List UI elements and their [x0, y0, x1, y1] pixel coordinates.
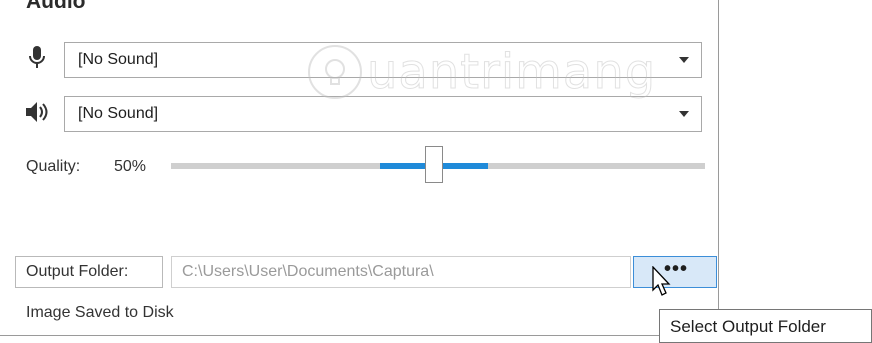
section-title-audio: Audio [26, 0, 86, 13]
chevron-down-icon [679, 57, 689, 63]
output-folder-label-box: Output Folder: [15, 256, 163, 288]
status-text: Image Saved to Disk [26, 304, 174, 321]
microphone-select-value: [No Sound] [78, 51, 159, 68]
quality-value: 50% [114, 158, 147, 175]
quality-label: Quality: [26, 158, 81, 175]
tooltip: Select Output Folder [659, 309, 872, 343]
output-folder-label: Output Folder: [26, 263, 129, 280]
speaker-select-value: [No Sound] [78, 105, 159, 122]
output-folder-path: C:\Users\User\Documents\Captura\ [182, 263, 434, 280]
audio-settings-panel: Audio [No Sound] [No Sound] Quality: 50%… [0, 0, 719, 336]
microphone-icon [29, 46, 45, 68]
microphone-select[interactable]: [No Sound] [64, 42, 702, 78]
more-icon: ••• [663, 258, 688, 280]
chevron-down-icon [679, 111, 689, 117]
speaker-select[interactable]: [No Sound] [64, 96, 702, 132]
quality-slider[interactable] [171, 146, 705, 183]
browse-output-folder-button[interactable]: ••• [633, 256, 717, 288]
speaker-icon [26, 102, 48, 122]
quality-slider-thumb[interactable] [425, 146, 443, 183]
output-folder-path-field[interactable]: C:\Users\User\Documents\Captura\ [171, 256, 631, 288]
tooltip-text: Select Output Folder [670, 317, 826, 336]
mouse-cursor-icon [652, 266, 671, 296]
